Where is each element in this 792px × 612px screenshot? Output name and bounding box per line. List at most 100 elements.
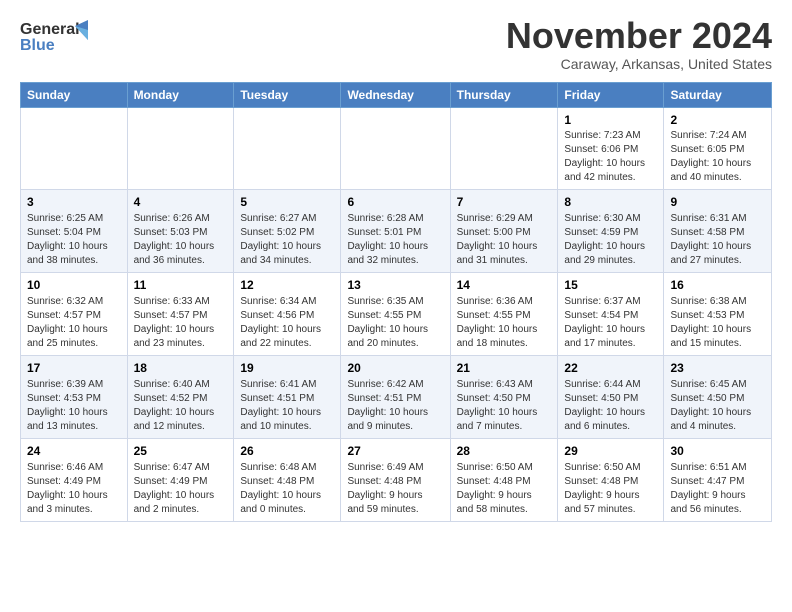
day-number: 4 xyxy=(134,194,228,211)
day-number: 12 xyxy=(240,277,334,294)
calendar-week-row: 17Sunrise: 6:39 AMSunset: 4:53 PMDayligh… xyxy=(21,355,772,438)
calendar-cell: 14Sunrise: 6:36 AMSunset: 4:55 PMDayligh… xyxy=(450,273,558,356)
calendar-cell: 4Sunrise: 6:26 AMSunset: 5:03 PMDaylight… xyxy=(127,190,234,273)
day-number: 30 xyxy=(670,443,765,460)
calendar-cell: 18Sunrise: 6:40 AMSunset: 4:52 PMDayligh… xyxy=(127,355,234,438)
day-number: 5 xyxy=(240,194,334,211)
calendar-table: SundayMondayTuesdayWednesdayThursdayFrid… xyxy=(20,82,772,522)
day-info: Sunrise: 6:28 AMSunset: 5:01 PMDaylight:… xyxy=(347,212,443,268)
calendar-cell xyxy=(341,107,450,190)
calendar-cell: 21Sunrise: 6:43 AMSunset: 4:50 PMDayligh… xyxy=(450,355,558,438)
day-info: Sunrise: 6:43 AMSunset: 4:50 PMDaylight:… xyxy=(457,378,552,434)
weekday-header-wednesday: Wednesday xyxy=(341,82,450,107)
day-number: 28 xyxy=(457,443,552,460)
calendar-cell: 13Sunrise: 6:35 AMSunset: 4:55 PMDayligh… xyxy=(341,273,450,356)
day-number: 23 xyxy=(670,360,765,377)
calendar-cell: 22Sunrise: 6:44 AMSunset: 4:50 PMDayligh… xyxy=(558,355,664,438)
day-info: Sunrise: 6:25 AMSunset: 5:04 PMDaylight:… xyxy=(27,212,121,268)
day-info: Sunrise: 6:42 AMSunset: 4:51 PMDaylight:… xyxy=(347,378,443,434)
day-info: Sunrise: 6:50 AMSunset: 4:48 PMDaylight:… xyxy=(457,461,552,517)
calendar-cell: 6Sunrise: 6:28 AMSunset: 5:01 PMDaylight… xyxy=(341,190,450,273)
calendar-cell: 3Sunrise: 6:25 AMSunset: 5:04 PMDaylight… xyxy=(21,190,128,273)
day-number: 6 xyxy=(347,194,443,211)
day-info: Sunrise: 6:41 AMSunset: 4:51 PMDaylight:… xyxy=(240,378,334,434)
calendar-cell: 25Sunrise: 6:47 AMSunset: 4:49 PMDayligh… xyxy=(127,438,234,521)
weekday-header-saturday: Saturday xyxy=(664,82,772,107)
day-number: 18 xyxy=(134,360,228,377)
day-info: Sunrise: 6:27 AMSunset: 5:02 PMDaylight:… xyxy=(240,212,334,268)
day-number: 20 xyxy=(347,360,443,377)
day-info: Sunrise: 6:48 AMSunset: 4:48 PMDaylight:… xyxy=(240,461,334,517)
calendar-cell: 16Sunrise: 6:38 AMSunset: 4:53 PMDayligh… xyxy=(664,273,772,356)
calendar-cell: 10Sunrise: 6:32 AMSunset: 4:57 PMDayligh… xyxy=(21,273,128,356)
calendar-cell: 8Sunrise: 6:30 AMSunset: 4:59 PMDaylight… xyxy=(558,190,664,273)
day-info: Sunrise: 6:46 AMSunset: 4:49 PMDaylight:… xyxy=(27,461,121,517)
svg-text:General: General xyxy=(20,21,80,38)
calendar-cell: 30Sunrise: 6:51 AMSunset: 4:47 PMDayligh… xyxy=(664,438,772,521)
calendar-week-row: 24Sunrise: 6:46 AMSunset: 4:49 PMDayligh… xyxy=(21,438,772,521)
day-number: 1 xyxy=(564,112,657,129)
weekday-header-tuesday: Tuesday xyxy=(234,82,341,107)
calendar-cell: 9Sunrise: 6:31 AMSunset: 4:58 PMDaylight… xyxy=(664,190,772,273)
page: General Blue November 2024 Caraway, Arka… xyxy=(0,0,792,532)
logo-icon: General Blue xyxy=(20,16,90,56)
calendar-week-row: 3Sunrise: 6:25 AMSunset: 5:04 PMDaylight… xyxy=(21,190,772,273)
calendar-cell: 12Sunrise: 6:34 AMSunset: 4:56 PMDayligh… xyxy=(234,273,341,356)
day-info: Sunrise: 6:45 AMSunset: 4:50 PMDaylight:… xyxy=(670,378,765,434)
day-number: 10 xyxy=(27,277,121,294)
day-info: Sunrise: 6:47 AMSunset: 4:49 PMDaylight:… xyxy=(134,461,228,517)
calendar-body: 1Sunrise: 7:23 AMSunset: 6:06 PMDaylight… xyxy=(21,107,772,521)
day-info: Sunrise: 6:36 AMSunset: 4:55 PMDaylight:… xyxy=(457,295,552,351)
calendar-cell: 1Sunrise: 7:23 AMSunset: 6:06 PMDaylight… xyxy=(558,107,664,190)
calendar-cell: 24Sunrise: 6:46 AMSunset: 4:49 PMDayligh… xyxy=(21,438,128,521)
weekday-header-sunday: Sunday xyxy=(21,82,128,107)
calendar-cell: 19Sunrise: 6:41 AMSunset: 4:51 PMDayligh… xyxy=(234,355,341,438)
calendar-cell: 28Sunrise: 6:50 AMSunset: 4:48 PMDayligh… xyxy=(450,438,558,521)
day-info: Sunrise: 6:34 AMSunset: 4:56 PMDaylight:… xyxy=(240,295,334,351)
calendar-cell: 27Sunrise: 6:49 AMSunset: 4:48 PMDayligh… xyxy=(341,438,450,521)
weekday-header-friday: Friday xyxy=(558,82,664,107)
day-info: Sunrise: 6:26 AMSunset: 5:03 PMDaylight:… xyxy=(134,212,228,268)
day-info: Sunrise: 6:33 AMSunset: 4:57 PMDaylight:… xyxy=(134,295,228,351)
day-info: Sunrise: 6:49 AMSunset: 4:48 PMDaylight:… xyxy=(347,461,443,517)
calendar-cell: 15Sunrise: 6:37 AMSunset: 4:54 PMDayligh… xyxy=(558,273,664,356)
header: General Blue November 2024 Caraway, Arka… xyxy=(20,16,772,72)
day-info: Sunrise: 6:31 AMSunset: 4:58 PMDaylight:… xyxy=(670,212,765,268)
calendar-cell xyxy=(450,107,558,190)
day-number: 3 xyxy=(27,194,121,211)
title-block: November 2024 Caraway, Arkansas, United … xyxy=(506,16,772,72)
weekday-header-row: SundayMondayTuesdayWednesdayThursdayFrid… xyxy=(21,82,772,107)
calendar-cell: 17Sunrise: 6:39 AMSunset: 4:53 PMDayligh… xyxy=(21,355,128,438)
day-info: Sunrise: 7:24 AMSunset: 6:05 PMDaylight:… xyxy=(670,129,765,185)
day-number: 21 xyxy=(457,360,552,377)
day-number: 19 xyxy=(240,360,334,377)
day-info: Sunrise: 6:35 AMSunset: 4:55 PMDaylight:… xyxy=(347,295,443,351)
day-number: 29 xyxy=(564,443,657,460)
logo: General Blue xyxy=(20,16,90,56)
calendar-cell: 7Sunrise: 6:29 AMSunset: 5:00 PMDaylight… xyxy=(450,190,558,273)
calendar-cell xyxy=(234,107,341,190)
weekday-header-monday: Monday xyxy=(127,82,234,107)
day-number: 15 xyxy=(564,277,657,294)
calendar-cell: 20Sunrise: 6:42 AMSunset: 4:51 PMDayligh… xyxy=(341,355,450,438)
day-number: 22 xyxy=(564,360,657,377)
day-number: 26 xyxy=(240,443,334,460)
day-number: 24 xyxy=(27,443,121,460)
calendar-cell: 26Sunrise: 6:48 AMSunset: 4:48 PMDayligh… xyxy=(234,438,341,521)
day-info: Sunrise: 6:37 AMSunset: 4:54 PMDaylight:… xyxy=(564,295,657,351)
day-number: 13 xyxy=(347,277,443,294)
day-number: 8 xyxy=(564,194,657,211)
day-number: 25 xyxy=(134,443,228,460)
day-number: 27 xyxy=(347,443,443,460)
calendar-header: SundayMondayTuesdayWednesdayThursdayFrid… xyxy=(21,82,772,107)
calendar-cell: 2Sunrise: 7:24 AMSunset: 6:05 PMDaylight… xyxy=(664,107,772,190)
day-info: Sunrise: 6:32 AMSunset: 4:57 PMDaylight:… xyxy=(27,295,121,351)
day-number: 2 xyxy=(670,112,765,129)
day-info: Sunrise: 6:51 AMSunset: 4:47 PMDaylight:… xyxy=(670,461,765,517)
day-number: 7 xyxy=(457,194,552,211)
day-info: Sunrise: 7:23 AMSunset: 6:06 PMDaylight:… xyxy=(564,129,657,185)
day-info: Sunrise: 6:30 AMSunset: 4:59 PMDaylight:… xyxy=(564,212,657,268)
day-info: Sunrise: 6:44 AMSunset: 4:50 PMDaylight:… xyxy=(564,378,657,434)
day-number: 16 xyxy=(670,277,765,294)
calendar-cell: 5Sunrise: 6:27 AMSunset: 5:02 PMDaylight… xyxy=(234,190,341,273)
